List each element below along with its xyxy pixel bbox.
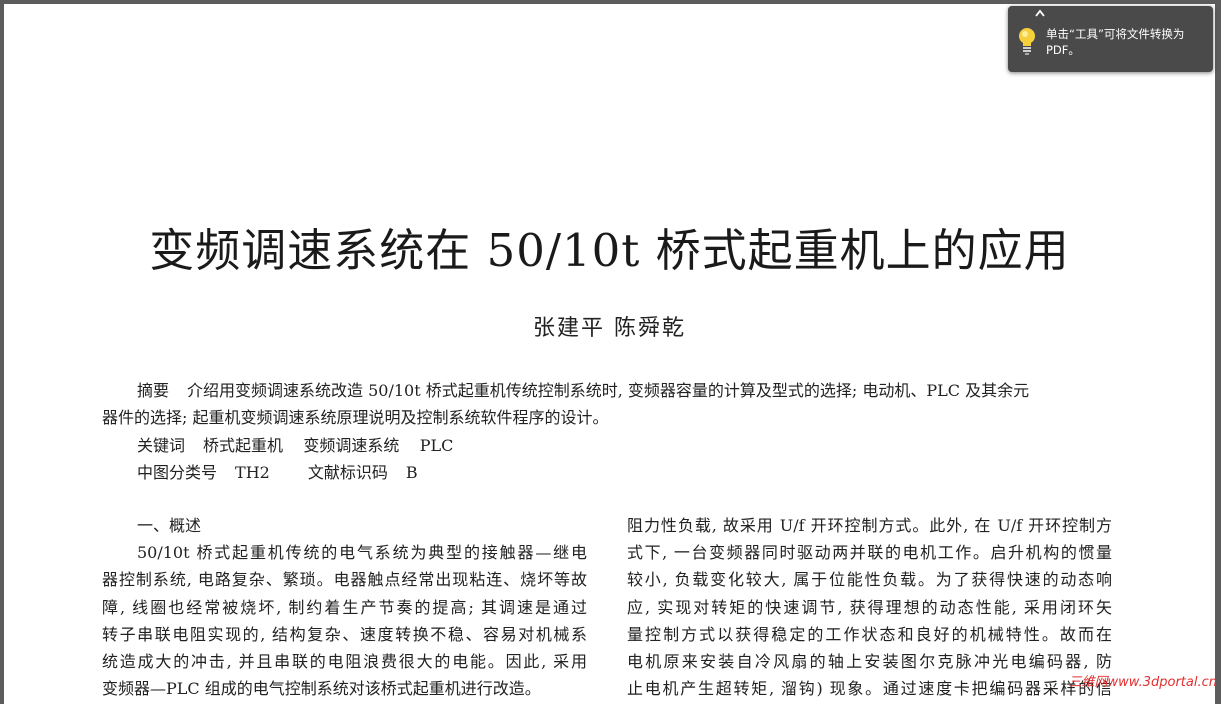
abstract-line-1: 摘要 介绍用变频调速系统改造 50/10t 桥式起重机传统控制系统时, 变频器容量…: [137, 377, 1029, 401]
section-heading: 一、概述: [137, 516, 202, 535]
clc-value: TH2: [235, 463, 270, 482]
document-page: 变频调速系统在 50/10t 桥式起重机上的应用 张建平 陈舜乾 摘要 介绍用变频…: [4, 4, 1215, 704]
doc-code-value: B: [405, 463, 418, 482]
left-column-line: 障, 线圈也经常被烧坏, 制约着生产节奏的提高; 其调速是通过: [102, 597, 587, 617]
clc-label: 中图分类号: [137, 463, 218, 482]
watermark: 三维网www.3dportal.cn: [1068, 675, 1217, 690]
left-column-line: 器控制系统, 电路复杂、繁琐。电器触点经常出现粘连、烧坏等故: [102, 570, 587, 590]
right-column-line: 电机原来安装自冷风扇的轴上安装图尔克脉冲光电编码器, 防: [627, 652, 1112, 672]
classification-row: 中图分类号 TH2 文献标识码 B: [137, 459, 418, 483]
paper-title: 变频调速系统在 50/10t 桥式起重机上的应用: [149, 224, 1070, 277]
left-column-line: 变频器—PLC 组成的电气控制系统对该桥式起重机进行改造。: [102, 679, 541, 699]
keywords-row: 关键词 桥式起重机 变频调速系统 PLC: [137, 432, 453, 456]
right-column-line: 止电机产生超转矩, 溜钩) 现象。通过速度卡把编码器采样的信: [627, 679, 1112, 699]
abstract-label: 摘要: [137, 381, 170, 400]
lightbulb-icon: [1019, 28, 1035, 55]
right-column-line: 阻力性负载, 故采用 U/f 开环控制方式。此外, 在 U/f 开环控制方: [627, 516, 1112, 535]
right-column-line: 量控制方式以获得稳定的工作状态和良好的机械特性。故而在: [627, 624, 1112, 644]
keywords-text: 桥式起重机 变频调速系统 PLC: [203, 436, 454, 455]
left-column: 一、概述 50/10t 桥式起重机传统的电气系统为典型的接触器—继电 器控制系统…: [102, 512, 587, 702]
keywords-label: 关键词: [137, 436, 186, 455]
left-column-line: 50/10t 桥式起重机传统的电气系统为典型的接触器—继电: [137, 543, 587, 563]
paper-authors: 张建平 陈舜乾: [533, 316, 686, 341]
right-column-line: 较小, 负载变化较大, 属于位能性负载。为了获得快速的动态响: [627, 570, 1112, 590]
abstract-text-1: 介绍用变频调速系统改造 50/10t 桥式起重机传统控制系统时, 变频器容量的计…: [187, 381, 1030, 400]
convert-to-pdf-tooltip[interactable]: 单击“工具”可将文件转换为 PDF。: [1008, 6, 1213, 72]
left-column-line: 转子串联电阻实现的, 结构复杂、速度转换不稳、容易对机械系: [102, 624, 587, 644]
right-column-line: 应, 实现对转矩的快速调节, 获得理想的动态性能, 采用闭环矢: [627, 597, 1112, 617]
right-column: 阻力性负载, 故采用 U/f 开环控制方式。此外, 在 U/f 开环控制方 式下…: [627, 512, 1112, 702]
tooltip-text: 单击“工具”可将文件转换为 PDF。: [1046, 27, 1185, 57]
doc-code-label: 文献标识码: [307, 463, 388, 482]
abstract-line-2: 器件的选择; 起重机变频调速系统原理说明及控制系统软件程序的设计。: [102, 408, 609, 427]
chevron-up-icon[interactable]: [1034, 8, 1046, 18]
right-column-line: 式下, 一台变频器同时驱动两并联的电机工作。启升机构的惯量: [627, 543, 1112, 563]
left-column-line: 统造成大的冲击, 并且串联的电阻浪费很大的电能。因此, 采用: [102, 652, 587, 672]
